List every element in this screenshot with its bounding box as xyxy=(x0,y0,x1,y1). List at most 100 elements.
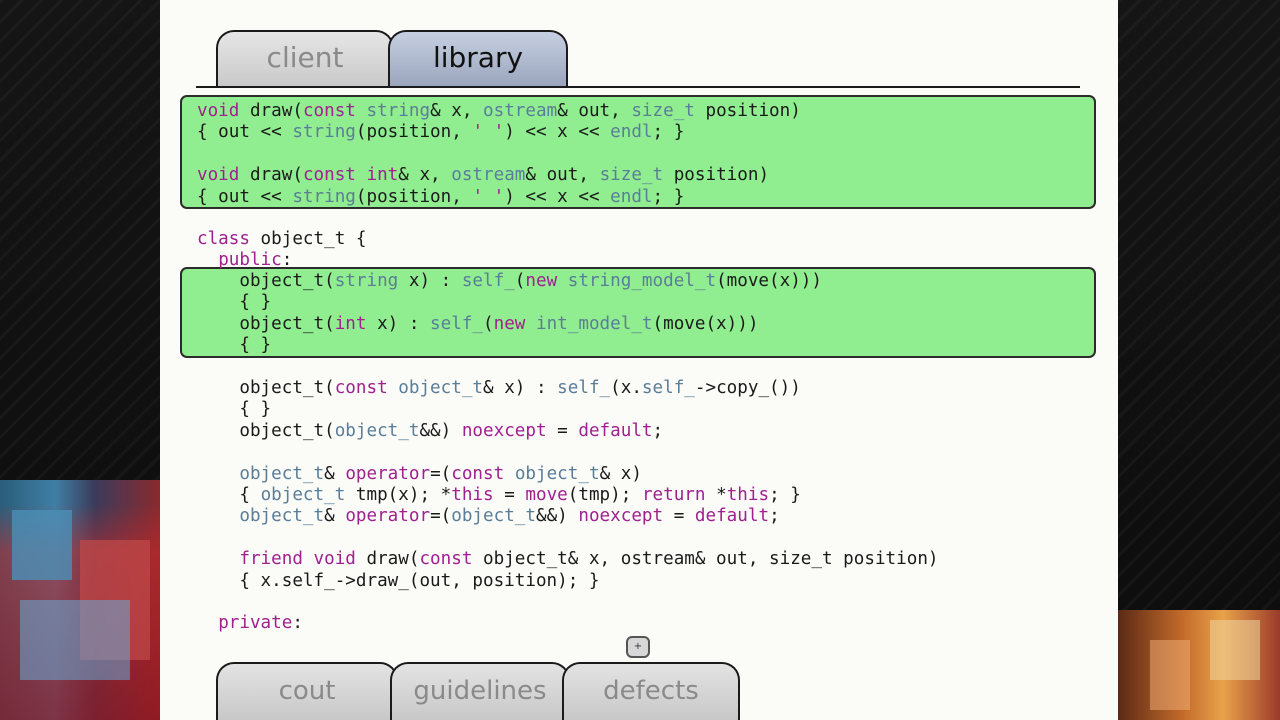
code-line: private: xyxy=(197,613,303,634)
code-token: ( xyxy=(483,313,494,334)
slide: client library void draw( const string & x… xyxy=(160,0,1118,720)
code-token: private xyxy=(218,613,293,634)
code-token: self_ xyxy=(641,378,695,398)
code-token: & x) : xyxy=(483,378,558,398)
code-token: (position, xyxy=(355,186,473,207)
code-token: ; } xyxy=(769,485,801,505)
code-token: x) : xyxy=(366,313,431,334)
code-token: (move(x))) xyxy=(716,271,822,291)
code-line: { object_t tmp(x); *this = move(tmp); re… xyxy=(197,485,801,506)
code-token: position) xyxy=(663,165,770,186)
code-token: size_t xyxy=(631,101,695,121)
code-line: { out << string(position, ' ') << x << e… xyxy=(197,122,684,143)
code-line: { x.self_->draw_(out, position); } xyxy=(197,570,600,592)
code-token: =( xyxy=(430,506,452,527)
code-token: position) xyxy=(694,101,801,121)
code-token: =( xyxy=(430,463,452,484)
code-token: { x.self_->draw_(out, position); } xyxy=(197,570,600,591)
tab-defects[interactable]: defects xyxy=(562,662,740,720)
code-token: ) << x << xyxy=(504,186,611,207)
code-token: tmp(x); * xyxy=(345,485,452,505)
code-token: { } xyxy=(197,335,272,356)
code-token: void xyxy=(313,549,356,570)
backdrop-block xyxy=(1150,640,1190,710)
code-token: ->copy_()) xyxy=(694,378,801,398)
code-line: object_t& operator=(const object_t& x) xyxy=(197,464,642,485)
tab-cout[interactable]: cout xyxy=(216,662,398,720)
code-token: string_model_t xyxy=(567,271,717,291)
code-token: size_t xyxy=(599,165,664,186)
backdrop-scene-right xyxy=(1118,610,1280,720)
code-token: operator xyxy=(345,463,431,484)
backdrop-left xyxy=(0,0,160,720)
code-line: { out << string(position, ' ') << x << e… xyxy=(197,187,684,208)
backdrop-right xyxy=(1118,0,1280,720)
code-line: { } xyxy=(197,335,271,356)
code-token: & xyxy=(324,463,346,484)
code-token: object_t( xyxy=(197,378,335,398)
code-token: class xyxy=(197,229,250,249)
code-token: operator xyxy=(345,506,431,527)
code-token: object_t( xyxy=(197,420,335,441)
code-token: ; xyxy=(769,506,780,527)
code-token: ostream xyxy=(451,165,526,186)
code-token: void xyxy=(197,101,240,121)
code-token: object_t( xyxy=(197,271,335,291)
code-token: = xyxy=(663,506,695,527)
code-token: return xyxy=(641,485,706,505)
code-token: string xyxy=(292,186,356,207)
code-token: endl xyxy=(610,122,653,143)
tab-guidelines[interactable]: guidelines xyxy=(390,662,570,720)
code-line: friend void draw(const object_t& x, ostr… xyxy=(197,549,938,570)
backdrop-scene-left xyxy=(0,480,160,720)
code-token: = xyxy=(493,485,526,505)
code-token: move xyxy=(525,485,568,505)
code-line: void draw(const int& x, ostream& out, si… xyxy=(197,165,769,186)
code-token: this xyxy=(451,485,494,505)
code-token: { out << xyxy=(197,186,293,207)
code-token: int xyxy=(334,313,367,334)
code-token: = xyxy=(546,420,579,441)
code-token: ' ' xyxy=(472,186,505,207)
code-line: object_t& operator=(object_t&&) noexcept… xyxy=(197,506,780,527)
code-token: { } xyxy=(197,399,272,420)
code-token: self_ xyxy=(430,313,484,334)
code-token: object_t xyxy=(398,378,484,398)
code-line: class object_t { xyxy=(197,229,367,250)
add-slide-control-icon[interactable]: + xyxy=(626,636,650,658)
code-token: object_t( xyxy=(197,313,335,334)
code-token: ) << x << xyxy=(504,122,611,143)
tab-client[interactable]: client xyxy=(216,30,394,86)
code-token: friend xyxy=(239,549,303,570)
code-token: & out, xyxy=(525,165,600,186)
code-token: object_t xyxy=(451,506,536,527)
code-token: &&) xyxy=(536,506,579,527)
code-token: draw( xyxy=(355,549,420,570)
backdrop-block xyxy=(1210,620,1260,680)
code-token: object_t { xyxy=(249,229,367,249)
code-token: self_ xyxy=(557,378,611,398)
code-token: ; } xyxy=(652,122,685,143)
code-token: ostream xyxy=(483,101,558,121)
code-token: string xyxy=(292,122,356,143)
code-token: endl xyxy=(610,186,653,207)
code-token: ' ' xyxy=(472,122,505,143)
code-token: ; } xyxy=(652,186,685,207)
code-token: new xyxy=(493,313,526,334)
code-token: & x) xyxy=(599,463,642,484)
tab-library[interactable]: library xyxy=(388,30,568,86)
tab-underline xyxy=(196,86,1080,88)
code-token: const xyxy=(334,378,388,398)
code-token: ; xyxy=(652,420,664,441)
code-line: public: xyxy=(197,250,292,271)
backdrop-block xyxy=(12,510,72,580)
code-token: (move(x))) xyxy=(652,313,759,334)
code-token: public xyxy=(218,250,282,271)
code-token: & x, xyxy=(430,101,484,121)
